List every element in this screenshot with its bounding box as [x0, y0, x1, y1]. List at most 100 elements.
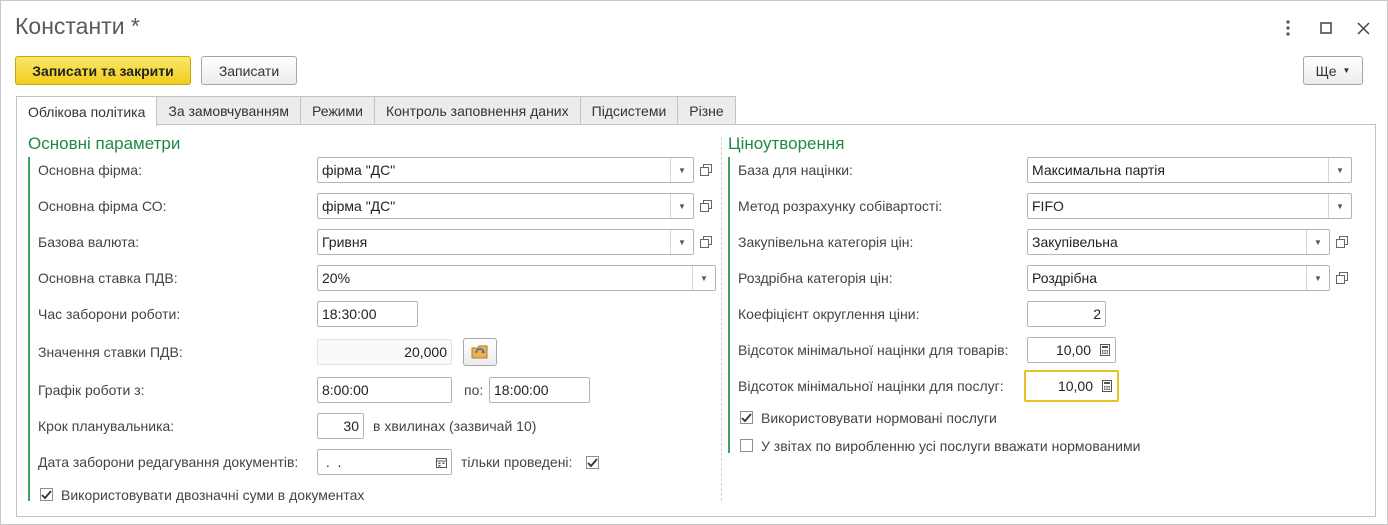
more-button-label: Ще [1315, 62, 1337, 79]
pricing-title: Ціноутворення [728, 134, 845, 153]
main-params-title: Основні параметри [28, 134, 181, 153]
window-title: Константи * [15, 13, 140, 39]
chevron-down-icon[interactable]: ▼ [670, 158, 693, 182]
chevron-down-icon[interactable]: ▼ [1306, 266, 1329, 290]
tab-bar: Облікова політика За замовчуванням Режим… [16, 96, 736, 126]
tab-misc[interactable]: Різне [677, 96, 736, 124]
tab-accounting-policy[interactable]: Облікова політика [16, 96, 158, 126]
retail-price-cat-select[interactable]: Роздрібна ▼ [1027, 265, 1330, 291]
schedule-from-value: 8:00:00 [322, 382, 369, 398]
chevron-down-icon[interactable]: ▼ [1328, 158, 1351, 182]
rounding-input[interactable]: 2 [1027, 301, 1106, 327]
schedule-to-value: 18:00:00 [494, 382, 549, 398]
calendar-icon[interactable] [431, 450, 451, 474]
posted-only-label: тільки проведені: [461, 454, 573, 470]
open-icon[interactable] [696, 157, 716, 183]
more-button[interactable]: Ще ▼ [1303, 56, 1363, 85]
schedule-from-input[interactable]: 8:00:00 [317, 377, 452, 403]
min-markup-services-input[interactable]: 10,00 [1024, 370, 1119, 402]
main-firm-value: фірма "ДС" [322, 162, 396, 178]
folder-refresh-icon [471, 345, 488, 359]
tab-modes[interactable]: Режими [299, 96, 375, 124]
vat-value-label: Значення ставки ПДВ: [38, 344, 183, 360]
markup-base-select[interactable]: Максимальна партія ▼ [1027, 157, 1352, 183]
normalized-services-checkbox[interactable] [740, 411, 753, 424]
calculator-icon[interactable] [1095, 338, 1115, 362]
chevron-down-icon: ▼ [1342, 66, 1351, 75]
refresh-vat-button[interactable] [463, 338, 497, 366]
purchase-price-cat-label: Закупівельна категорія цін: [738, 234, 914, 250]
cost-method-select[interactable]: FIFO ▼ [1027, 193, 1352, 219]
window-frame: Константи * Записати та закрити Записати… [0, 0, 1388, 525]
purchase-price-cat-select[interactable]: Закупівельна ▼ [1027, 229, 1330, 255]
ban-time-label: Час заборони роботи: [38, 306, 181, 322]
vat-rate-select[interactable]: 20% ▼ [317, 265, 716, 291]
chevron-down-icon[interactable]: ▼ [1306, 230, 1329, 254]
cost-method-value: FIFO [1032, 198, 1064, 214]
open-icon[interactable] [1332, 265, 1352, 291]
save-close-button[interactable]: Записати та закрити [15, 56, 191, 85]
edit-ban-date-input[interactable]: . . [317, 449, 452, 475]
chevron-down-icon[interactable]: ▼ [670, 230, 693, 254]
edit-ban-date-label: Дата заборони редагування документів: [38, 454, 299, 470]
main-firm-co-value: фірма "ДС" [322, 198, 396, 214]
markup-base-value: Максимальна партія [1032, 162, 1165, 178]
ban-time-value: 18:30:00 [322, 306, 377, 322]
main-firm-label: Основна фірма: [38, 162, 142, 178]
calculator-icon[interactable] [1097, 372, 1117, 400]
min-markup-services-label: Відсоток мінімальної націнки для послуг: [738, 378, 1004, 394]
min-markup-goods-input[interactable]: 10,00 [1027, 337, 1116, 363]
tab-defaults[interactable]: За замовчуванням [156, 96, 301, 124]
column-divider [721, 137, 722, 501]
chevron-down-icon[interactable]: ▼ [692, 266, 715, 290]
two-digit-sums-checkbox[interactable] [40, 488, 53, 501]
planner-step-input[interactable]: 30 [317, 413, 364, 439]
pricing-bar [728, 157, 730, 453]
tab-subsystems[interactable]: Підсистеми [579, 96, 679, 124]
purchase-price-cat-value: Закупівельна [1032, 234, 1118, 250]
cost-method-label: Метод розрахунку собівартості: [738, 198, 943, 214]
main-params-bar [28, 157, 30, 501]
edit-ban-date-value: . . [322, 454, 342, 470]
base-currency-label: Базова валюта: [38, 234, 140, 250]
open-icon[interactable] [1332, 229, 1352, 255]
open-icon[interactable] [696, 229, 716, 255]
rounding-value: 2 [1093, 306, 1101, 322]
posted-only-checkbox[interactable] [586, 456, 599, 469]
vat-value-field: 20,000 [317, 339, 452, 365]
chevron-down-icon[interactable]: ▼ [1328, 194, 1351, 218]
normalized-services-label: Використовувати нормовані послуги [761, 410, 997, 426]
vat-rate-value: 20% [322, 270, 351, 286]
retail-price-cat-value: Роздрібна [1032, 270, 1098, 286]
min-markup-goods-value: 10,00 [1055, 342, 1091, 358]
main-firm-co-label: Основна фірма СО: [38, 198, 167, 214]
main-firm-co-select[interactable]: фірма "ДС" ▼ [317, 193, 694, 219]
planner-step-label: Крок планувальника: [38, 418, 175, 434]
chevron-down-icon[interactable]: ▼ [670, 194, 693, 218]
tab-data-control[interactable]: Контроль заповнення даних [373, 96, 581, 124]
vat-value-value: 20,000 [404, 344, 447, 360]
save-button[interactable]: Записати [201, 56, 297, 85]
markup-base-label: База для націнки: [738, 162, 853, 178]
schedule-label: Графік роботи з: [38, 382, 145, 398]
retail-price-cat-label: Роздрібна категорія цін: [738, 270, 893, 286]
all-services-normalized-checkbox[interactable] [740, 439, 753, 452]
more-vert-icon[interactable] [1277, 17, 1299, 39]
planner-step-hint: в хвилинах (зазвичай 10) [373, 418, 537, 434]
open-icon[interactable] [696, 193, 716, 219]
two-digit-sums-label: Використовувати двозначні суми в докумен… [61, 487, 365, 503]
schedule-to-input[interactable]: 18:00:00 [489, 377, 590, 403]
ban-time-input[interactable]: 18:30:00 [317, 301, 418, 327]
min-markup-services-value: 10,00 [1057, 378, 1093, 394]
min-markup-goods-label: Відсоток мінімальної націнки для товарів… [738, 342, 1009, 358]
maximize-icon[interactable] [1315, 17, 1337, 39]
all-services-normalized-label: У звітах по виробленню усі послуги вважа… [761, 438, 1141, 454]
base-currency-select[interactable]: Гривня ▼ [317, 229, 694, 255]
main-firm-select[interactable]: фірма "ДС" ▼ [317, 157, 694, 183]
close-icon[interactable] [1352, 17, 1374, 39]
rounding-label: Коефіцієнт округлення ціни: [738, 306, 920, 322]
vat-rate-label: Основна ставка ПДВ: [38, 270, 178, 286]
base-currency-value: Гривня [322, 234, 368, 250]
schedule-to-label: по: [464, 382, 484, 398]
planner-step-value: 30 [343, 418, 359, 434]
